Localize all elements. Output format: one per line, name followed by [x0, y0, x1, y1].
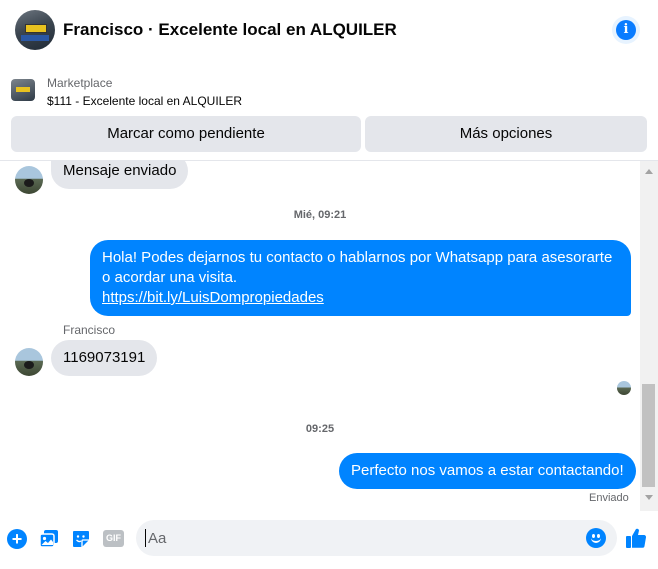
gif-icon[interactable]: GIF: [103, 530, 124, 547]
timestamp: Mié, 09:21: [293, 209, 347, 221]
message-composer: + GIF: [0, 512, 658, 569]
emoji-icon[interactable]: [586, 528, 606, 548]
message-link[interactable]: https://bit.ly/LuisDompropiedades: [102, 289, 324, 306]
info-button[interactable]: i: [612, 16, 640, 44]
mark-pending-button[interactable]: Marcar como pendiente: [11, 116, 361, 152]
chat-title[interactable]: Francisco · Excelente local en ALQUILER: [63, 20, 397, 40]
like-icon[interactable]: [624, 526, 648, 550]
outgoing-message[interactable]: Hola! Podes dejarnos tu contacto o habla…: [90, 240, 631, 316]
message-text: Hola! Podes dejarnos tu contacto o habla…: [102, 249, 613, 286]
plus-icon[interactable]: +: [7, 529, 27, 549]
contact-avatar[interactable]: [15, 10, 55, 50]
scrollbar[interactable]: [640, 161, 658, 511]
listing-title[interactable]: $111 - Excelente local en ALQUILER: [47, 94, 242, 108]
timestamp: 09:25: [305, 423, 335, 435]
scroll-thumb[interactable]: [642, 384, 655, 487]
outgoing-message[interactable]: Perfecto nos vamos a estar contactando!: [339, 453, 636, 489]
sender-name: Francisco: [63, 323, 116, 337]
message-input-box[interactable]: [136, 520, 617, 556]
info-icon: i: [616, 20, 636, 40]
scroll-up-arrow-icon[interactable]: [645, 169, 653, 174]
message-input[interactable]: [148, 520, 578, 556]
sender-avatar: [15, 166, 43, 194]
chat-header: Francisco · Excelente local en ALQUILER …: [0, 0, 658, 62]
message-list[interactable]: Mensaje enviado Mié, 09:21 Hola! Podes d…: [0, 161, 640, 511]
sticker-icon[interactable]: [71, 529, 91, 549]
message-status: Enviado: [589, 492, 629, 504]
scroll-down-arrow-icon[interactable]: [645, 495, 653, 500]
sender-avatar: [15, 348, 43, 376]
more-options-button[interactable]: Más opciones: [365, 116, 647, 152]
read-receipt-avatar: [617, 381, 631, 395]
marketplace-label: Marketplace: [47, 76, 113, 90]
text-caret: [145, 529, 146, 547]
listing-thumbnail[interactable]: [11, 79, 35, 101]
photo-icon[interactable]: [39, 529, 59, 549]
incoming-message[interactable]: 1169073191: [51, 340, 158, 376]
incoming-message[interactable]: Mensaje enviado: [51, 161, 189, 189]
